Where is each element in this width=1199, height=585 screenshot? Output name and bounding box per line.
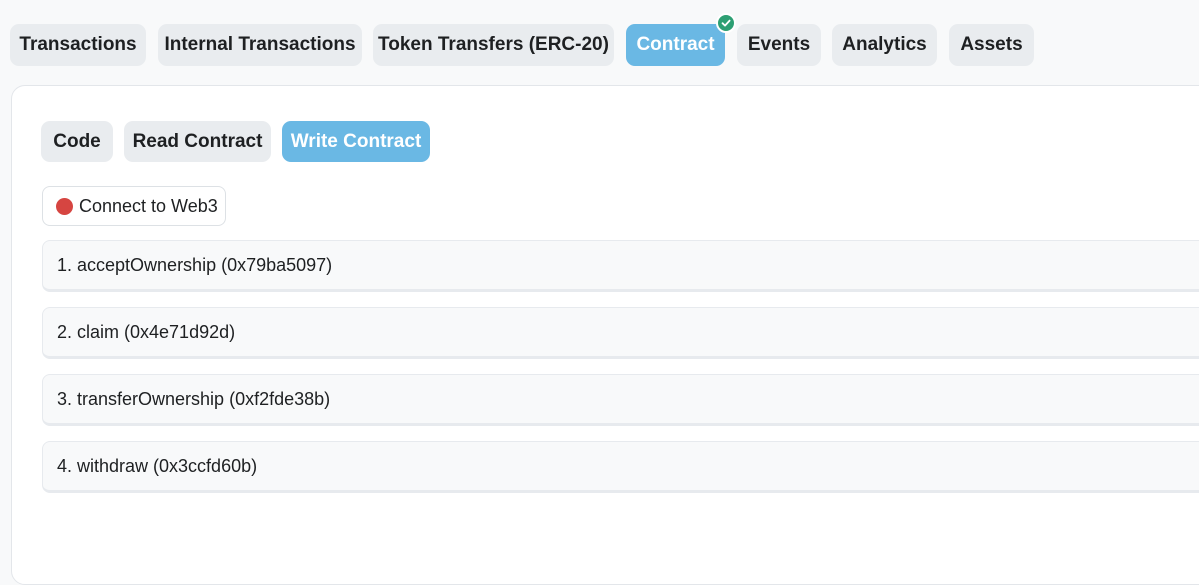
tab-transactions[interactable]: Transactions <box>10 24 146 66</box>
subtab-read-contract[interactable]: Read Contract <box>124 121 271 162</box>
method-label: 3. transferOwnership (0xf2fde38b) <box>57 388 331 409</box>
method-label: 2. claim (0x4e71d92d) <box>57 321 236 342</box>
subtab-write-contract[interactable]: Write Contract <box>282 121 430 162</box>
method-transfer-ownership[interactable]: 3. transferOwnership (0xf2fde38b) <box>42 374 1199 426</box>
tab-assets[interactable]: Assets <box>949 24 1034 66</box>
tab-internal-transactions[interactable]: Internal Transactions <box>158 24 362 66</box>
connect-web3-label: Connect to Web3 <box>79 195 218 216</box>
connect-web3-button[interactable]: Connect to Web3 <box>42 186 226 226</box>
connection-status-icon <box>56 197 73 215</box>
tab-contract[interactable]: Contract <box>626 24 725 66</box>
method-label: 4. withdraw (0x3ccfd60b) <box>57 455 258 476</box>
method-label: 1. acceptOwnership (0x79ba5097) <box>57 254 333 275</box>
check-circle-icon <box>716 13 736 33</box>
subtab-code[interactable]: Code <box>41 121 113 162</box>
tab-events[interactable]: Events <box>737 24 821 66</box>
method-accept-ownership[interactable]: 1. acceptOwnership (0x79ba5097) <box>42 240 1199 292</box>
method-withdraw[interactable]: 4. withdraw (0x3ccfd60b) <box>42 441 1199 493</box>
top-tabs: Transactions Internal Transactions Token… <box>0 0 1199 84</box>
method-claim[interactable]: 2. claim (0x4e71d92d) <box>42 307 1199 359</box>
tab-token-transfers[interactable]: Token Transfers (ERC-20) <box>373 24 614 66</box>
tab-analytics[interactable]: Analytics <box>832 24 937 66</box>
